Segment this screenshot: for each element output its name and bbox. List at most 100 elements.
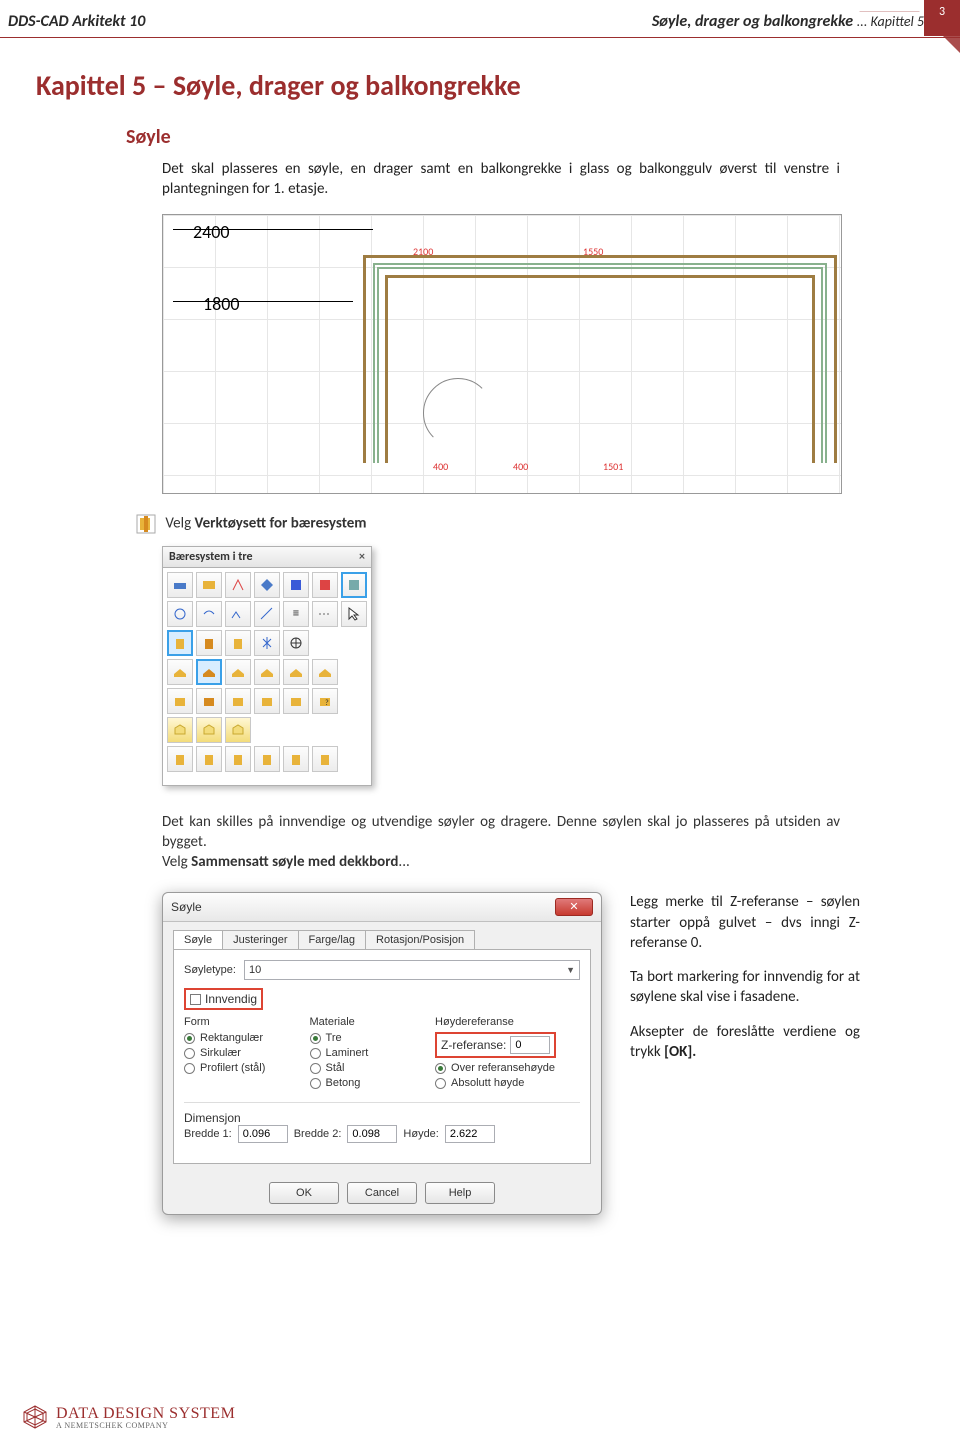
tool-btn[interactable] (341, 572, 367, 598)
bredde2-input[interactable] (347, 1125, 397, 1143)
tool-btn[interactable] (283, 572, 309, 598)
header-sub: ... Kapittel 5 (857, 13, 924, 30)
radio-absolutt[interactable] (435, 1078, 446, 1089)
tool-btn[interactable] (196, 572, 222, 598)
cad-dim-red-5: 1501 (603, 460, 623, 473)
tool-btn[interactable] (312, 572, 338, 598)
tool-btn[interactable] (283, 630, 309, 656)
tool-btn[interactable] (167, 630, 193, 656)
radio-profilert[interactable] (184, 1063, 195, 1074)
radio-rektangulaer[interactable] (184, 1033, 195, 1044)
footer: DATA DESIGN SYSTEM A NEMETSCHEK COMPANY (22, 1404, 235, 1430)
cad-dim-red-4: 400 (513, 460, 528, 473)
tab-fargelag[interactable]: Farge/lag (298, 930, 366, 949)
tool-btn-selected[interactable] (196, 659, 222, 685)
header-left: DDS-CAD Arkitekt 10 (8, 12, 145, 31)
hoyde-label: Høyde: (403, 1128, 438, 1140)
innvendig-label: Innvendig (205, 992, 257, 1006)
group-hoy-title: Høydereferanse (435, 1016, 580, 1028)
tool-btn[interactable] (196, 746, 222, 772)
tab-justeringer[interactable]: Justeringer (222, 930, 298, 949)
tool-btn[interactable] (167, 717, 193, 743)
radio-tre[interactable] (310, 1033, 321, 1044)
cad-dim-2400: 2400 (193, 221, 230, 243)
cancel-button[interactable]: Cancel (347, 1182, 417, 1204)
dialog-title: Søyle (171, 900, 202, 914)
tool-btn[interactable] (225, 688, 251, 714)
para2-text: Det kan skilles på innvendige og utvendi… (162, 813, 840, 851)
tool-btn[interactable] (167, 659, 193, 685)
dds-logo-icon (22, 1404, 48, 1430)
innvendig-highlight: Innvendig (184, 988, 263, 1010)
cad-figure: 2400 1800 2100 1550 400 400 1501 (162, 214, 842, 494)
tool-btn[interactable] (254, 688, 280, 714)
footer-name: DATA DESIGN SYSTEM (56, 1405, 235, 1422)
palette-titlebar[interactable]: Bæresystem i tre × (163, 547, 371, 568)
tool-btn[interactable] (225, 746, 251, 772)
bredde2-label: Bredde 2: (294, 1128, 342, 1140)
tool-btn[interactable] (254, 630, 280, 656)
bredde1-input[interactable] (238, 1125, 288, 1143)
tool-btn[interactable] (196, 717, 222, 743)
side-note-p1: Legg merke til Z-referanse – søylen star… (630, 892, 860, 953)
bredde1-label: Bredde 1: (184, 1128, 232, 1140)
tool-btn[interactable] (254, 601, 280, 627)
dim-title: Dimensjon (184, 1111, 580, 1125)
tool-btn[interactable]: ≡ (283, 601, 309, 627)
cad-dim-red-1: 2100 (413, 245, 433, 258)
soyletype-combo[interactable]: 10 ▼ (244, 960, 580, 980)
soyle-dialog: Søyle ✕ Søyle Justeringer Farge/lag Rota… (162, 892, 602, 1215)
tab-soyle[interactable]: Søyle (173, 930, 223, 949)
help-button[interactable]: Help (425, 1182, 495, 1204)
tool-btn[interactable] (254, 659, 280, 685)
group-materiale: Materiale Tre Laminert Stål Betong (310, 1016, 422, 1092)
tool-btn[interactable] (254, 746, 280, 772)
tool-btn[interactable] (196, 601, 222, 627)
zref-input[interactable] (510, 1036, 550, 1054)
dialog-close-button[interactable]: ✕ (555, 898, 593, 916)
radio-laminert[interactable] (310, 1048, 321, 1059)
tool-btn[interactable]: ? (312, 688, 338, 714)
tool-btn[interactable] (225, 630, 251, 656)
hoyde-input[interactable] (445, 1125, 495, 1143)
tool-btn[interactable] (225, 659, 251, 685)
tool-btn-cursor[interactable] (341, 601, 367, 627)
tool-btn[interactable] (167, 601, 193, 627)
tool-btn[interactable] (196, 688, 222, 714)
section-title: Søyle (126, 125, 900, 149)
chevron-down-icon: ▼ (566, 965, 575, 975)
tool-btn[interactable] (312, 746, 338, 772)
dialog-titlebar[interactable]: Søyle ✕ (163, 893, 601, 922)
cad-dim-red-2: 1550 (583, 245, 603, 258)
side-note-p2: Ta bort markering for innvendig for at s… (630, 967, 860, 1008)
tool-btn[interactable] (312, 659, 338, 685)
para2-prefix: Velg (162, 853, 191, 871)
verktoy-bold: Verktøysett for bæresystem (195, 514, 367, 532)
tool-btn[interactable] (283, 688, 309, 714)
svg-text:?: ? (325, 698, 329, 708)
tool-btn[interactable] (167, 746, 193, 772)
tool-btn[interactable] (283, 746, 309, 772)
radio-over-ref[interactable] (435, 1063, 446, 1074)
page-header: DDS-CAD Arkitekt 10 Søyle, drager og bal… (0, 0, 960, 38)
tool-btn[interactable] (225, 717, 251, 743)
verktoy-line: Velg Verktøysett for bæresystem (136, 514, 900, 534)
radio-stal[interactable] (310, 1063, 321, 1074)
tool-btn[interactable] (254, 572, 280, 598)
tool-btn[interactable] (167, 572, 193, 598)
radio-sirkulaer[interactable] (184, 1048, 195, 1059)
tool-btn[interactable] (225, 601, 251, 627)
para2-suffix: ... (398, 853, 409, 871)
tool-btn[interactable] (283, 659, 309, 685)
ok-button[interactable]: OK (269, 1182, 339, 1204)
palette-close-icon[interactable]: × (359, 550, 365, 564)
tab-rotasjon[interactable]: Rotasjon/Posisjon (365, 930, 475, 949)
radio-betong[interactable] (310, 1078, 321, 1089)
baeresystem-icon (136, 514, 156, 534)
innvendig-checkbox[interactable] (190, 994, 201, 1005)
cad-dim-1800: 1800 (203, 293, 240, 315)
tool-btn[interactable] (167, 688, 193, 714)
tool-btn[interactable] (312, 601, 338, 627)
tool-btn[interactable] (225, 572, 251, 598)
tool-btn[interactable] (196, 630, 222, 656)
